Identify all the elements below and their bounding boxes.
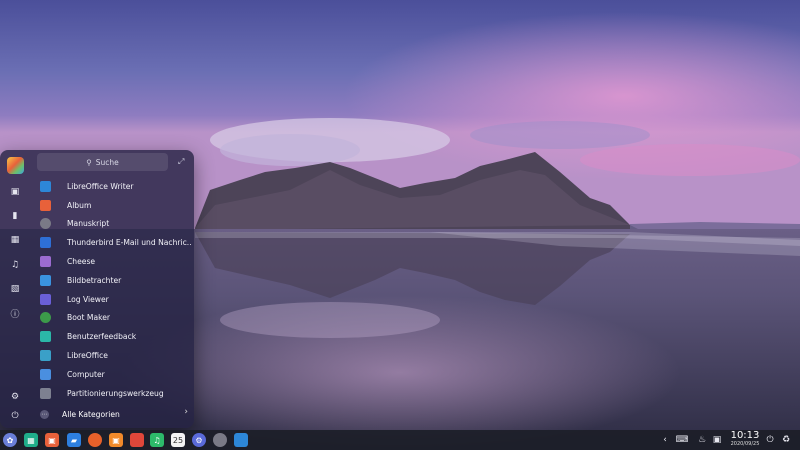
all-categories-button[interactable]: ⋯ Alle Kategorien › xyxy=(40,407,190,421)
album-icon[interactable] xyxy=(130,433,144,447)
computer-icon xyxy=(40,368,51,380)
app-list: LibreOffice Writer Album Manuskript Thun… xyxy=(36,177,192,403)
app-label: Thunderbird E-Mail und Nachric... xyxy=(67,238,192,248)
videos-category-icon[interactable]: ▧ xyxy=(8,282,22,296)
clock[interactable]: 10:13 2020/09/25 xyxy=(727,431,763,447)
writer-icon xyxy=(40,180,51,192)
app-label: LibreOffice xyxy=(67,351,108,361)
trash-icon[interactable]: ♻ xyxy=(780,434,792,446)
calendar-icon[interactable]: 25 xyxy=(171,433,185,447)
computer-category-icon[interactable]: ▣ xyxy=(8,185,22,199)
search-placeholder: Suche xyxy=(95,157,119,167)
list-item[interactable]: Thunderbird E-Mail und Nachric... xyxy=(36,233,192,252)
list-item[interactable]: Benutzerfeedback xyxy=(36,327,192,346)
launcher-button-icon[interactable]: ✿ xyxy=(3,433,17,447)
list-item[interactable]: Album xyxy=(36,196,192,215)
more-icon: ⋯ xyxy=(40,409,49,419)
app-label: Boot Maker xyxy=(67,313,111,323)
manuskript-icon xyxy=(40,218,51,230)
launcher-category-rail: ▣ ▮ ▦ ♫ ▧ ⓘ ⚙ ⏻ xyxy=(0,150,30,428)
pictures-category-icon[interactable]: ▦ xyxy=(8,233,22,247)
app-label: Benutzerfeedback xyxy=(67,332,137,342)
all-categories-label: Alle Kategorien xyxy=(62,409,120,419)
list-item[interactable]: Cheese xyxy=(36,252,192,271)
firefox-icon[interactable] xyxy=(88,433,102,447)
expand-fullscreen-icon[interactable]: ⤢ xyxy=(178,157,188,167)
search-icon: ⚲ xyxy=(86,157,92,167)
app-label: Cheese xyxy=(67,257,96,267)
app-label: Album xyxy=(67,200,92,210)
desktop-icon[interactable]: ▣ xyxy=(45,433,59,447)
keyboard-icon[interactable]: ⌨ xyxy=(675,434,689,446)
list-item[interactable]: Log Viewer xyxy=(36,290,192,309)
thunderbird-icon xyxy=(40,237,51,249)
app-launcher: ▣ ▮ ▦ ♫ ▧ ⓘ ⚙ ⏻ ⚲ Suche ⤢ LibreOffice Wr… xyxy=(0,150,194,428)
album-icon xyxy=(40,199,51,211)
music-category-icon[interactable]: ♫ xyxy=(8,258,22,272)
app-label: Computer xyxy=(67,369,105,379)
music-icon[interactable]: ♫ xyxy=(150,433,164,447)
app-label: Bildbetrachter xyxy=(67,275,122,285)
clock-date: 2020/09/25 xyxy=(730,441,760,447)
app-label: Partitionierungswerkzeug xyxy=(67,388,164,398)
manuskript-icon[interactable] xyxy=(213,433,227,447)
cheese-icon xyxy=(40,256,51,268)
writer-icon[interactable] xyxy=(234,433,248,447)
notification-bell-icon[interactable]: ♨ xyxy=(696,434,708,446)
partition-icon xyxy=(40,387,51,399)
settings-icon[interactable]: ⚙ xyxy=(8,390,22,404)
chevron-left-icon[interactable]: ‹ xyxy=(660,434,670,446)
search-input[interactable]: ⚲ Suche xyxy=(37,153,168,171)
app-label: LibreOffice Writer xyxy=(67,181,134,191)
chevron-right-icon: › xyxy=(184,407,188,417)
documents-category-icon[interactable]: ▮ xyxy=(8,209,22,223)
app-store-icon[interactable]: ▣ xyxy=(109,433,123,447)
list-item[interactable]: Manuskript xyxy=(36,215,192,234)
list-item[interactable]: LibreOffice xyxy=(36,346,192,365)
list-item[interactable]: LibreOffice Writer xyxy=(36,177,192,196)
libreoffice-icon xyxy=(40,350,51,362)
power-icon[interactable]: ⏻ xyxy=(8,409,22,423)
app-label: Log Viewer xyxy=(67,294,109,304)
multitasking-icon[interactable]: ▦ xyxy=(24,433,38,447)
app-label: Manuskript xyxy=(67,219,110,229)
list-item[interactable]: Computer xyxy=(36,365,192,384)
list-item[interactable]: Bildbetrachter xyxy=(36,271,192,290)
list-item[interactable]: Boot Maker xyxy=(36,309,192,328)
boot-maker-icon xyxy=(40,312,51,324)
launcher-logo-icon[interactable] xyxy=(7,157,24,174)
clock-time: 10:13 xyxy=(730,430,760,441)
log-viewer-icon xyxy=(40,293,51,305)
taskbar: ✿ ▦ ▣ ▰ ▣ ♫ 25 ⚙ ‹ ⌨ ♨ ▣ 10:13 2020/09/2… xyxy=(0,430,800,450)
list-item[interactable]: Partitionierungswerkzeug xyxy=(36,384,192,403)
network-icon[interactable]: ▣ xyxy=(711,434,723,446)
info-category-icon[interactable]: ⓘ xyxy=(8,306,22,320)
file-manager-icon[interactable]: ▰ xyxy=(67,433,81,447)
image-viewer-icon xyxy=(40,274,51,286)
control-center-icon[interactable]: ⚙ xyxy=(192,433,206,447)
feedback-icon xyxy=(40,331,51,343)
power-icon[interactable]: ⏻ xyxy=(764,434,776,446)
